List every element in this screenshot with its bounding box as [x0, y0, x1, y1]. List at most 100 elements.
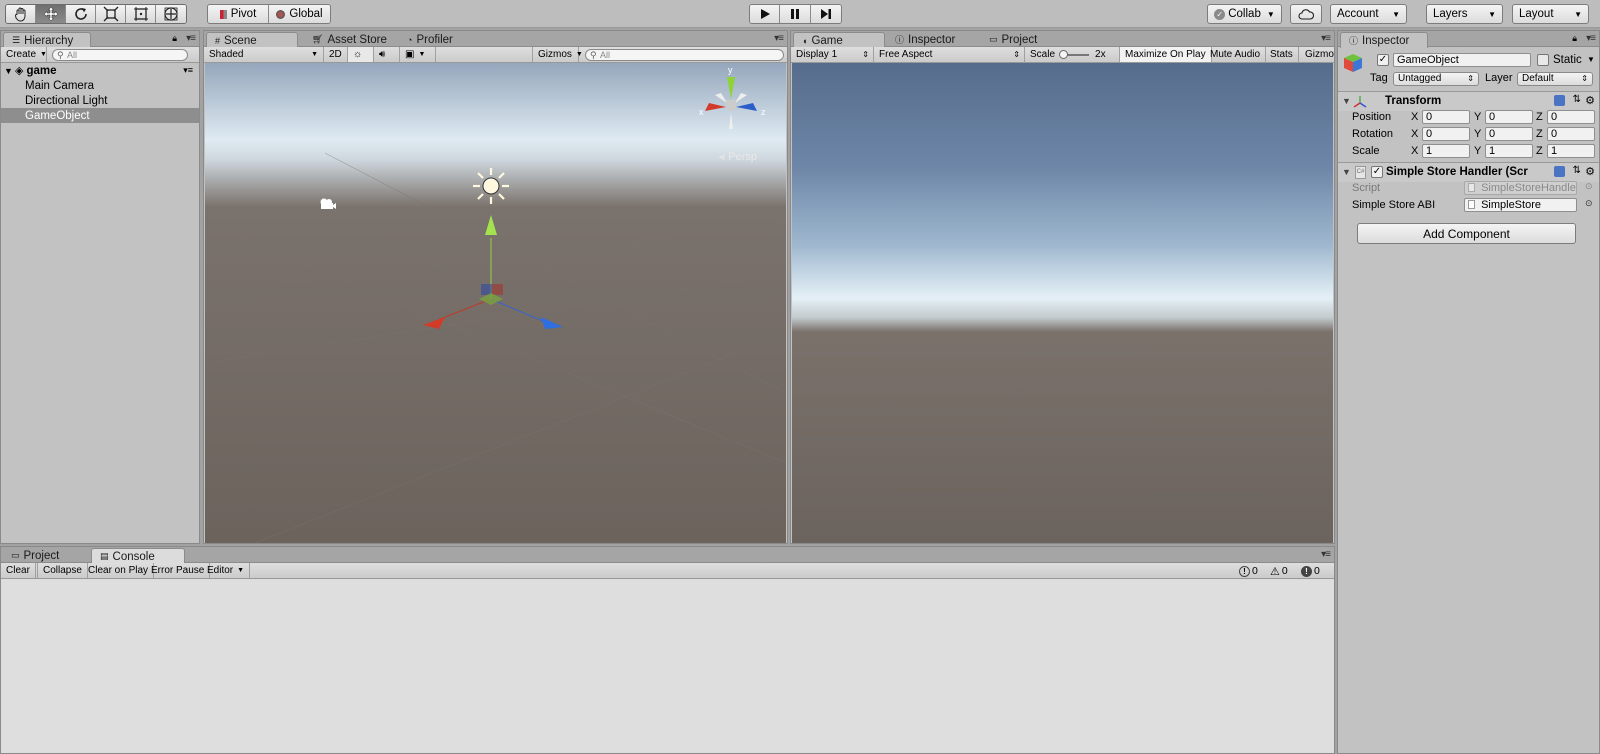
tab-asset-store[interactable]: 🛒︎ Asset Store — [304, 32, 395, 47]
hierarchy-search-input[interactable]: ⚲ All — [52, 49, 188, 61]
stats-toggle[interactable]: Stats — [1265, 47, 1299, 62]
tab-project[interactable]: ▭ Project — [981, 32, 1045, 47]
panel-menu-icon[interactable]: ▾≡ — [1586, 33, 1596, 44]
script-enabled-checkbox[interactable]: ✓ — [1371, 166, 1383, 178]
directional-light-gizmo[interactable] — [471, 166, 511, 206]
rotation-x-field[interactable]: 0 — [1422, 127, 1470, 141]
object-picker-icon[interactable]: ⊙ — [1585, 198, 1593, 209]
panel-menu-icon[interactable]: ▾≡ — [1321, 33, 1331, 44]
mute-audio-toggle[interactable]: Mute Audio — [1205, 47, 1267, 62]
rotation-y-field[interactable]: 0 — [1485, 127, 1533, 141]
panel-menu-icon[interactable]: ▾≡ — [186, 33, 196, 44]
tab-scene[interactable]: # Scene — [206, 32, 298, 48]
static-dropdown-icon[interactable]: ▼ — [1587, 55, 1595, 64]
step-button[interactable] — [810, 5, 841, 23]
rect-tool-button[interactable] — [126, 5, 156, 23]
game-viewport[interactable] — [792, 63, 1333, 543]
camera-gizmo[interactable] — [317, 197, 337, 211]
tab-project-bottom[interactable]: ▭ Project — [3, 548, 67, 563]
abi-reference-field[interactable]: SimpleStore — [1464, 198, 1577, 212]
shading-mode-dropdown[interactable]: Shaded ▼ — [204, 47, 324, 62]
tab-profiler[interactable]: ◔ Profiler — [399, 32, 461, 47]
collapse-button[interactable]: Collapse — [37, 563, 88, 578]
add-component-button[interactable]: Add Component — [1357, 223, 1576, 244]
gizmos-dropdown[interactable]: Gizmos ▼ — [532, 47, 583, 62]
maximize-on-play-toggle[interactable]: Maximize On Play — [1120, 47, 1212, 62]
scale-slider-thumb[interactable] — [1059, 49, 1069, 59]
tab-inspector-main[interactable]: ⓘ Inspector — [1340, 32, 1428, 48]
transform-tool-button[interactable] — [156, 5, 186, 23]
global-button[interactable]: Global — [269, 5, 330, 23]
clear-button[interactable]: Clear — [1, 563, 36, 578]
panel-menu-icon[interactable]: ▾≡ — [774, 33, 784, 44]
console-log-area[interactable] — [1, 580, 1334, 753]
layout-dropdown[interactable]: Layout ▼ — [1512, 4, 1589, 24]
gameobject-name-field[interactable]: GameObject — [1393, 53, 1531, 67]
scene-search-input[interactable]: ⚲ All — [585, 49, 784, 61]
foldout-open-icon[interactable]: ▼ — [1342, 96, 1351, 106]
move-tool-button[interactable] — [36, 5, 66, 23]
orientation-gizmo[interactable]: y x z — [699, 65, 769, 139]
scale-z-field[interactable]: 1 — [1547, 144, 1595, 158]
position-x-field[interactable]: 0 — [1422, 110, 1470, 124]
tab-inspector[interactable]: ⓘ Inspector — [887, 32, 963, 47]
error-count-toggle[interactable]: ! 0 — [1301, 564, 1320, 578]
clear-on-play-button[interactable]: Clear on Play — [83, 563, 155, 578]
scene-lighting-toggle[interactable]: ☼ — [348, 47, 374, 62]
pivot-button[interactable]: Pivot — [208, 5, 269, 23]
preset-icon[interactable]: ⇅ — [1573, 165, 1581, 176]
help-book-icon[interactable] — [1554, 95, 1565, 106]
foldout-open-icon[interactable]: ▼ — [4, 66, 15, 76]
persp-toggle[interactable]: ⪡ Persp — [719, 151, 757, 164]
scene-effects-dropdown[interactable]: ▣ ▼ — [400, 47, 436, 62]
panel-menu-icon[interactable]: ▾≡ — [1321, 549, 1331, 560]
play-button[interactable] — [750, 5, 781, 23]
aspect-dropdown[interactable]: Free Aspect ⇕ — [874, 47, 1025, 62]
game-gizmos-dropdown[interactable]: Gizmo — [1300, 47, 1334, 62]
help-book-icon[interactable] — [1554, 166, 1565, 177]
display-dropdown[interactable]: Display 1 ⇕ — [791, 47, 874, 62]
script-component-header[interactable]: ▼ C# ✓ Simple Store Handler (Scrip ⇅ ⚙ — [1338, 162, 1599, 182]
position-y-field[interactable]: 0 — [1485, 110, 1533, 124]
hand-tool-button[interactable] — [6, 5, 36, 23]
gear-icon[interactable]: ⚙ — [1585, 94, 1595, 107]
position-z-field[interactable]: 0 — [1547, 110, 1595, 124]
editor-dropdown[interactable]: Editor ▼ — [202, 563, 251, 578]
lock-icon[interactable]: 🔒︎ — [172, 33, 177, 44]
layer-dropdown[interactable]: Default ⇕ — [1517, 72, 1593, 86]
tab-console[interactable]: ▤ Console — [91, 548, 185, 564]
warning-count-toggle[interactable]: ⚠ 0 — [1270, 564, 1288, 578]
tag-dropdown[interactable]: Untagged ⇕ — [1393, 72, 1479, 86]
gear-icon[interactable]: ⚙ — [1585, 165, 1595, 178]
scale-x-field[interactable]: 1 — [1422, 144, 1470, 158]
create-dropdown[interactable]: Create ▼ — [1, 47, 47, 62]
lock-icon[interactable]: 🔒︎ — [1572, 33, 1577, 44]
collab-dropdown[interactable]: ✓ Collab ▼ — [1207, 4, 1282, 24]
preset-icon[interactable]: ⇅ — [1573, 94, 1581, 105]
scene-viewport[interactable]: y x z ⪡ Persp — [205, 63, 786, 543]
gameobject-active-checkbox[interactable]: ✓ — [1377, 54, 1389, 66]
scale-tool-button[interactable] — [96, 5, 126, 23]
pause-button[interactable] — [780, 5, 811, 23]
scale-slider[interactable]: Scale 2x — [1025, 47, 1120, 62]
scene-root-row[interactable]: ▼ ◈ game ▾≡ — [1, 63, 199, 78]
transform-component-header[interactable]: ▼ Transform ⇅ ⚙ — [1338, 91, 1599, 111]
scene-menu-icon[interactable]: ▾≡ — [183, 65, 193, 76]
scale-slider-track[interactable] — [1059, 49, 1090, 59]
toggle-2d-button[interactable]: 2D — [324, 47, 348, 62]
tab-game[interactable]: ◖ Game — [793, 32, 885, 48]
rotation-z-field[interactable]: 0 — [1547, 127, 1595, 141]
layers-dropdown[interactable]: Layers ▼ — [1426, 4, 1503, 24]
scene-audio-toggle[interactable]: 🔊︎ — [374, 47, 400, 62]
tab-hierarchy[interactable]: ☰ Hierarchy — [3, 32, 91, 48]
static-checkbox[interactable] — [1537, 54, 1549, 66]
rotate-tool-button[interactable] — [66, 5, 96, 23]
account-dropdown[interactable]: Account ▼ — [1330, 4, 1407, 24]
hierarchy-item-gameobject[interactable]: GameObject — [1, 108, 199, 123]
foldout-open-icon[interactable]: ▼ — [1342, 167, 1351, 177]
hierarchy-item-directional-light[interactable]: Directional Light — [1, 93, 199, 108]
info-count-toggle[interactable]: ! 0 — [1239, 564, 1258, 578]
hierarchy-item-main-camera[interactable]: Main Camera — [1, 78, 199, 93]
cloud-button[interactable] — [1290, 4, 1322, 24]
error-pause-button[interactable]: Error Pause — [146, 563, 211, 578]
